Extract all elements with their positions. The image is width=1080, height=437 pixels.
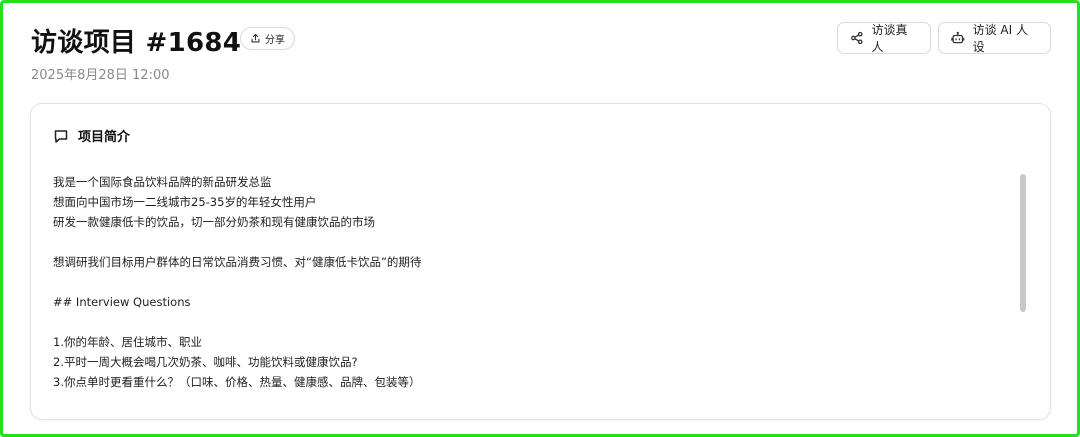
share-button-label: 分享: [265, 35, 285, 46]
share-upload-icon: [251, 33, 260, 43]
interview-human-label: 访谈真人: [871, 23, 908, 54]
robot-icon: [951, 31, 965, 44]
project-intro-text: 我是一个国际食品饮料品牌的新品研发总监 想面向中国市场一二线城市25-35岁的年…: [53, 172, 1013, 392]
page-title: 访谈项目 #1684: [31, 28, 242, 58]
content-scrollbar[interactable]: [1020, 174, 1026, 312]
intro-line: 想调研我们目标用户群体的日常饮品消费习惯、对“健康低卡饮品”的期待: [53, 255, 422, 269]
intro-line: 想面向中国市场一二线城市25-35岁的年轻女性用户: [53, 195, 317, 209]
intro-line: 我是一个国际食品饮料品牌的新品研发总监: [53, 175, 272, 189]
intro-line: [53, 312, 1013, 332]
share-nodes-icon: [851, 31, 863, 45]
intro-line: [53, 232, 1013, 252]
intro-line: ## Interview Questions: [53, 295, 191, 309]
card-heading-label: 项目简介: [78, 130, 131, 145]
intro-line: 研发一款健康低卡的饮品，切一部分奶茶和现有健康饮品的市场: [53, 215, 375, 229]
interview-human-button[interactable]: 访谈真人: [837, 22, 931, 54]
share-button[interactable]: 分享: [240, 27, 295, 50]
interview-ai-persona-button[interactable]: 访谈 AI 人设: [938, 22, 1051, 54]
message-square-icon: [54, 129, 68, 143]
intro-line: 2.平时一周大概会喝几次奶茶、咖啡、功能饮料或健康饮品?: [53, 355, 358, 369]
intro-line: 1.你的年龄、居住城市、职业: [53, 335, 202, 349]
project-date: 2025年8月28日 12:00: [31, 68, 170, 83]
intro-line: 3.你点单时更看重什么？（口味、价格、热量、健康感、品牌、包装等）: [53, 375, 421, 389]
project-intro-card: 项目简介 我是一个国际食品饮料品牌的新品研发总监 想面向中国市场一二线城市25-…: [30, 103, 1051, 420]
intro-line: [53, 272, 1013, 292]
interview-ai-label: 访谈 AI 人设: [972, 23, 1028, 54]
card-heading: 项目简介: [53, 126, 130, 145]
